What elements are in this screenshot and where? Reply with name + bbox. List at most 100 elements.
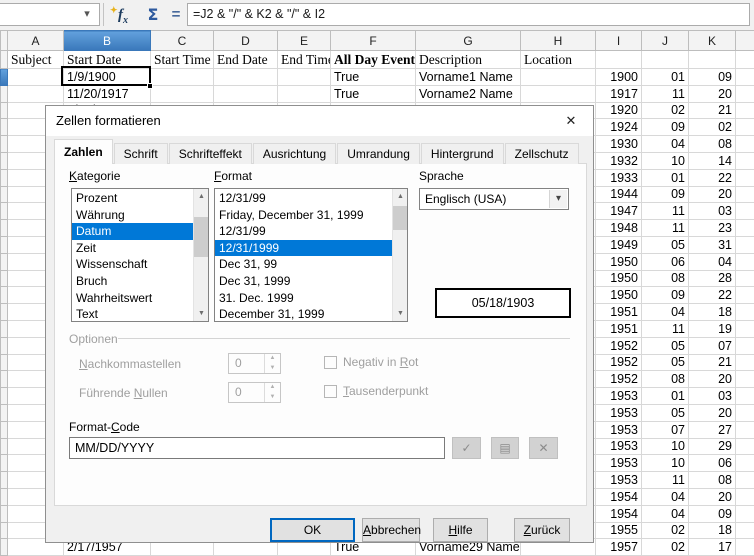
cell[interactable] (736, 505, 754, 522)
cell[interactable] (214, 85, 278, 102)
column-header-J[interactable]: J (642, 31, 689, 51)
cell[interactable]: 06 (642, 253, 689, 270)
row-header[interactable] (1, 438, 8, 455)
row-header[interactable] (1, 539, 8, 556)
cell[interactable]: 1933 (596, 169, 642, 186)
cell[interactable]: 1900 (596, 69, 642, 86)
row-header[interactable] (1, 287, 8, 304)
cell[interactable]: 1952 (596, 371, 642, 388)
header-cell-G[interactable]: Description (416, 51, 521, 69)
cell[interactable]: True (331, 85, 416, 102)
row-header[interactable] (1, 455, 8, 472)
cell[interactable] (736, 69, 754, 86)
cell[interactable]: 1948 (596, 220, 642, 237)
column-header-I[interactable]: I (596, 31, 642, 51)
cell[interactable] (736, 388, 754, 405)
cell[interactable]: 08 (642, 371, 689, 388)
cell[interactable] (8, 69, 64, 86)
cell[interactable] (736, 203, 754, 220)
cell[interactable] (8, 85, 64, 102)
cell[interactable]: 1953 (596, 388, 642, 405)
format-code-input[interactable]: MM/DD/YYYY (69, 437, 445, 459)
row-header[interactable] (1, 371, 8, 388)
tab-zahlen[interactable]: Zahlen (54, 139, 113, 164)
row-header[interactable] (1, 186, 8, 203)
cell[interactable]: 1951 (596, 320, 642, 337)
row-header[interactable] (1, 102, 8, 119)
category-listbox[interactable]: ProzentWährungDatumZeitWissenschaftBruch… (71, 188, 209, 322)
row-header[interactable] (1, 404, 8, 421)
chevron-down-icon[interactable]: ▾ (549, 190, 567, 208)
cell[interactable]: 1930 (596, 136, 642, 153)
format-item[interactable]: 12/31/99 (215, 190, 392, 207)
cell[interactable]: 18 (689, 522, 736, 539)
cell[interactable]: 11 (642, 472, 689, 489)
cancel-button[interactable]: Abbrechen (362, 518, 420, 542)
cell[interactable] (521, 69, 596, 86)
cell[interactable]: 11/20/1917 (64, 85, 151, 102)
cell[interactable]: 22 (689, 169, 736, 186)
cell[interactable] (736, 404, 754, 421)
row-header[interactable] (1, 270, 8, 287)
cell[interactable]: 1932 (596, 152, 642, 169)
cell[interactable] (736, 152, 754, 169)
cell[interactable]: 19 (689, 320, 736, 337)
cell[interactable]: 1954 (596, 505, 642, 522)
cell[interactable] (736, 169, 754, 186)
cell[interactable]: 1953 (596, 472, 642, 489)
header-cell-I[interactable] (596, 51, 642, 69)
cell[interactable] (736, 539, 754, 556)
format-item[interactable]: Dec 31, 99 (215, 256, 392, 273)
cell[interactable] (214, 69, 278, 86)
header-cell-C[interactable]: Start Time (151, 51, 214, 69)
category-item[interactable]: Datum (72, 223, 193, 240)
cell[interactable]: 07 (642, 421, 689, 438)
cell[interactable]: 20 (689, 488, 736, 505)
cell[interactable]: 09 (642, 287, 689, 304)
row-header[interactable] (1, 85, 8, 102)
tab-umrandung[interactable]: Umrandung (337, 143, 420, 164)
cell[interactable]: 05 (642, 236, 689, 253)
cell[interactable]: 1952 (596, 354, 642, 371)
cell[interactable]: 1950 (596, 270, 642, 287)
cell[interactable]: 1924 (596, 119, 642, 136)
scroll-down-icon[interactable]: ▼ (393, 306, 408, 321)
format-item[interactable]: 12/31/99 (215, 223, 392, 240)
cell[interactable]: 1920 (596, 102, 642, 119)
cell[interactable]: 04 (689, 253, 736, 270)
cell[interactable] (736, 488, 754, 505)
cell[interactable]: 03 (689, 388, 736, 405)
column-header-E[interactable]: E (278, 31, 331, 51)
cell[interactable] (736, 438, 754, 455)
formula-equals-icon[interactable]: = (166, 3, 186, 27)
column-header-D[interactable]: D (214, 31, 278, 51)
cell-selection-handle[interactable] (147, 83, 153, 89)
cell[interactable] (736, 320, 754, 337)
format-item[interactable]: December 31, 1999 (215, 306, 392, 322)
row-header[interactable] (1, 220, 8, 237)
cell[interactable]: 1954 (596, 488, 642, 505)
header-cell-D[interactable]: End Date (214, 51, 278, 69)
cell[interactable]: 07 (689, 337, 736, 354)
cell[interactable]: 1957 (596, 539, 642, 556)
sum-icon[interactable]: Σ (140, 3, 166, 27)
cell[interactable] (736, 421, 754, 438)
cell[interactable]: 05 (642, 404, 689, 421)
cell[interactable]: 14 (689, 152, 736, 169)
cell[interactable]: 04 (642, 304, 689, 321)
row-header[interactable] (1, 354, 8, 371)
column-header-partial[interactable] (736, 31, 754, 51)
cell[interactable]: 06 (689, 455, 736, 472)
cell[interactable]: 23 (689, 220, 736, 237)
row-header[interactable] (1, 136, 8, 153)
row-header[interactable] (1, 505, 8, 522)
scrollbar-thumb[interactable] (393, 206, 408, 230)
cell[interactable]: 28 (689, 270, 736, 287)
header-cell-K[interactable] (689, 51, 736, 69)
cell[interactable]: 11 (642, 203, 689, 220)
cell[interactable]: 11 (642, 320, 689, 337)
row-header[interactable] (1, 320, 8, 337)
cell[interactable]: 08 (689, 136, 736, 153)
row-header[interactable] (1, 119, 8, 136)
cell[interactable]: 05 (642, 354, 689, 371)
